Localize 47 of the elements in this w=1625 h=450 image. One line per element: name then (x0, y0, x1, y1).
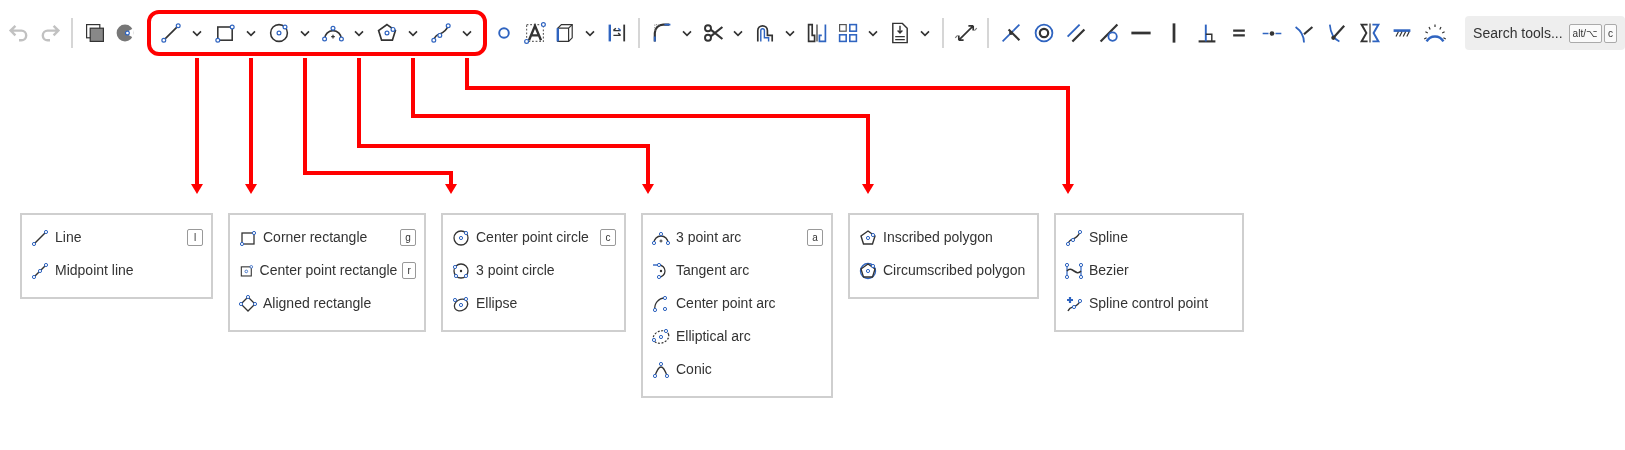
shortcut-key: l (187, 229, 203, 246)
menu-item[interactable]: Ellipse (451, 287, 616, 320)
text-icon (522, 21, 547, 45)
menu-item[interactable]: Bezier (1064, 254, 1234, 287)
menu-item[interactable]: Corner rectangle g (238, 221, 416, 254)
menu-item[interactable]: Tangent arc (651, 254, 823, 287)
midpoint-line-icon (30, 260, 50, 281)
menu-item[interactable]: Spline control point (1064, 287, 1234, 320)
menu-item[interactable]: 3 point circle (451, 254, 616, 287)
midpoint-icon (1260, 29, 1283, 37)
conic-icon (651, 359, 671, 380)
menu-item[interactable]: Aligned rectangle (238, 287, 416, 320)
shortcut-key: g (400, 229, 416, 246)
rectangle-icon (212, 21, 237, 45)
circle-icon (451, 227, 471, 248)
shortcut-key: c (1603, 23, 1617, 43)
symmetric-icon (1357, 21, 1382, 45)
menu-item[interactable]: Center point arc (651, 287, 823, 320)
menu-item[interactable]: Elliptical arc (651, 320, 823, 353)
line-icon (30, 227, 50, 248)
circle-icon (451, 260, 471, 281)
search-button[interactable]: Search tools... alt/⌥ c (1465, 16, 1625, 50)
spline-icon (428, 21, 453, 45)
pentagon-icon (858, 227, 878, 248)
menu-item[interactable]: Midpoint line (30, 254, 203, 287)
menu-item[interactable]: Circumscribed polygon (858, 254, 1029, 287)
vertical-line-icon (1171, 22, 1178, 44)
spline-icon (1064, 227, 1084, 248)
bezier-icon (1064, 260, 1084, 281)
menu-item[interactable]: Line l (30, 221, 203, 254)
menu-item[interactable]: Center point circle c (451, 221, 616, 254)
equal-icon (1232, 28, 1247, 38)
shortcut-key: c (600, 229, 616, 246)
shortcut-key: a (807, 229, 823, 246)
scissors-icon (701, 21, 726, 45)
shortcut-key: r (402, 262, 416, 279)
menu-item[interactable]: Center point rectangle r (238, 254, 416, 287)
menu-item[interactable]: Inscribed polygon (858, 221, 1029, 254)
menu-item[interactable]: 3 point arc a (651, 221, 823, 254)
horizontal-line-icon (1130, 30, 1153, 36)
elliptical-arc-icon (651, 326, 671, 347)
diamond-icon (238, 293, 258, 314)
line-icon (158, 21, 183, 45)
shortcut-key: alt/⌥ (1568, 23, 1602, 43)
circumscribed-pentagon-icon (858, 260, 878, 281)
menu-item[interactable]: Spline (1064, 221, 1234, 254)
menu-item[interactable]: Conic (651, 353, 823, 386)
